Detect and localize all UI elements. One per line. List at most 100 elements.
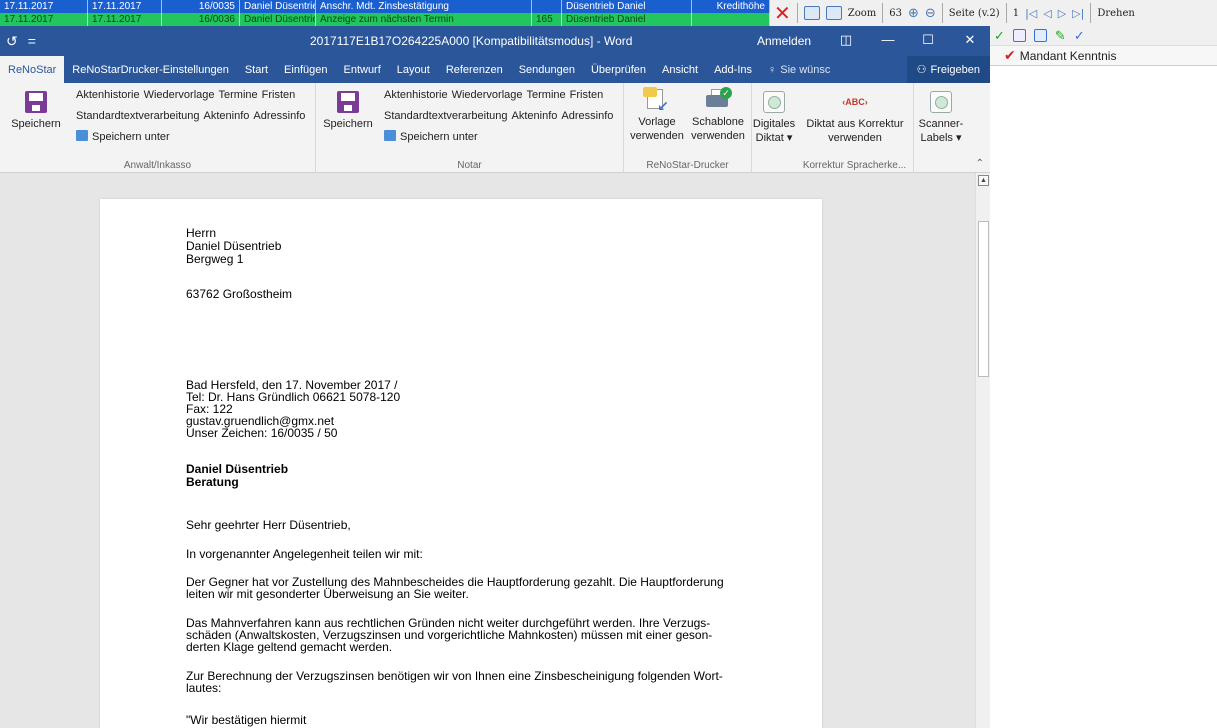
first-page-icon[interactable]: |◁ xyxy=(1025,7,1037,20)
save-as-icon xyxy=(384,130,396,141)
host-cell: Düsentrieb Daniel xyxy=(562,13,692,26)
schablone-verwenden-button[interactable]: ✓ Schablone verwenden xyxy=(686,87,750,143)
host-right-panel: ✓ ✎ ✓ ✔ Mandant Kenntnis xyxy=(990,26,1217,728)
check-icon: ✔ xyxy=(1004,47,1016,63)
diktat-korrektur-button[interactable]: ‹ABC› Diktat aus Korrektur verwenden xyxy=(798,91,912,145)
save-button[interactable]: Speichern xyxy=(6,91,66,131)
maximize-icon[interactable]: ☐ xyxy=(918,32,938,48)
wiedervorlage-button[interactable]: Wiedervorlage xyxy=(452,89,523,101)
adressinfo-button[interactable]: Adressinfo xyxy=(561,110,613,122)
tab-referenzen[interactable]: Referenzen xyxy=(438,56,511,83)
lightbulb-icon: ♀ xyxy=(768,63,777,76)
tab-ueberpruefen[interactable]: Überprüfen xyxy=(583,56,654,83)
save-icon[interactable] xyxy=(825,6,842,20)
tab-add-ins[interactable]: Add-Ins xyxy=(706,56,760,83)
group-notar: Speichern Aktenhistorie Wiedervorlage Term… xyxy=(316,83,624,173)
window-title: 2017117E1B17O264225A000 [Kompatibilitäts… xyxy=(310,34,633,48)
host-row[interactable]: 17.11.2017 17.11.2017 16/0036 Daniel Düs… xyxy=(0,13,770,26)
screen: 17.11.2017 17.11.2017 16/0035 Daniel Düs… xyxy=(0,0,1217,728)
tell-me-search[interactable]: ♀ Sie wünsc xyxy=(760,56,838,83)
digitales-diktat-button[interactable]: Digitales Diktat ▾ xyxy=(752,91,796,145)
sign-in-link[interactable]: Anmelden xyxy=(757,34,811,48)
checkbox-icon[interactable] xyxy=(1012,29,1026,42)
save-icon[interactable] xyxy=(1033,29,1047,42)
standardtext-button[interactable]: Standardtextverarbeitung xyxy=(384,110,508,122)
tab-einfuegen[interactable]: Einfügen xyxy=(276,56,335,83)
paragraph: In vorgenannter Angelegenheit teilen wir… xyxy=(186,547,423,561)
page-number: 1 xyxy=(1012,7,1020,19)
link-row: Standardtextverarbeitung Akteninfo Adressi… xyxy=(76,110,309,122)
separator xyxy=(1090,3,1092,23)
save-as-button[interactable]: Speichern unter xyxy=(76,130,174,143)
host-toolbar: ✕ Zoom 63 ⊕ ⊖ Seite (v.2) 1 |◁ ◁ ▷ ▷| Dr… xyxy=(770,0,1135,26)
digital-label-2: Diktat ▾ xyxy=(755,132,793,144)
collapse-ribbon-icon[interactable]: ⌃ xyxy=(976,158,984,169)
standardtext-button[interactable]: Standardtextverarbeitung xyxy=(76,110,200,122)
group-renostar-drucker: ↙ Vorlage verwenden ✓ Schablone verwende… xyxy=(624,83,752,173)
close-icon[interactable]: ✕ xyxy=(774,3,791,23)
zoom-in-icon[interactable]: ⊕ xyxy=(908,6,919,21)
zoom-label[interactable]: Zoom xyxy=(848,8,876,19)
host-cell: 16/0036 xyxy=(162,13,240,26)
tab-renostar[interactable]: ReNoStar xyxy=(0,56,65,83)
host-cell: 17.11.2017 xyxy=(88,0,162,13)
save-button[interactable]: Speichern xyxy=(320,91,376,131)
aktenhistorie-button[interactable]: Aktenhistorie xyxy=(384,89,448,101)
fristen-button[interactable]: Fristen xyxy=(262,89,296,101)
adressinfo-button[interactable]: Adressinfo xyxy=(253,110,305,122)
group-label: Korrektur Spracherke... xyxy=(802,160,907,171)
fristen-button[interactable]: Fristen xyxy=(570,89,604,101)
next-page-icon[interactable]: ▷ xyxy=(1058,7,1066,20)
vertical-scrollbar[interactable]: ▲ xyxy=(975,173,990,728)
ribbon-tabs: ReNoStar ReNoStarDrucker-Einstellungen S… xyxy=(0,56,990,83)
tab-entwurf[interactable]: Entwurf xyxy=(335,56,388,83)
wiedervorlage-button[interactable]: Wiedervorlage xyxy=(144,89,215,101)
list-item[interactable]: ✔ Mandant Kenntnis xyxy=(990,46,1217,66)
undo-icon[interactable]: ↺ xyxy=(6,33,18,50)
akteninfo-button[interactable]: Akteninfo xyxy=(512,110,558,122)
tab-renostar-drucker[interactable]: ReNoStarDrucker-Einstellungen xyxy=(64,56,237,83)
separator xyxy=(796,3,798,23)
prev-page-icon[interactable]: ◁ xyxy=(1043,7,1051,20)
check-icon[interactable]: ✓ xyxy=(1074,28,1085,44)
host-cell: 17.11.2017 xyxy=(88,13,162,26)
check-icon[interactable]: ✓ xyxy=(994,28,1005,44)
zoom-out-icon[interactable]: ⊖ xyxy=(925,6,936,21)
akteninfo-button[interactable]: Akteninfo xyxy=(204,110,250,122)
save-as-button[interactable]: Speichern unter xyxy=(384,130,482,143)
scroll-thumb[interactable] xyxy=(978,221,989,377)
last-page-icon[interactable]: ▷| xyxy=(1072,7,1084,20)
share-button[interactable]: ⚇ Freigeben xyxy=(906,56,990,83)
termine-button[interactable]: Termine xyxy=(219,89,258,101)
customize-qat-icon[interactable]: = xyxy=(28,33,36,49)
korrektur-label-2: verwenden xyxy=(828,132,882,144)
scroll-up-icon[interactable]: ▲ xyxy=(978,175,989,186)
aktenhistorie-button[interactable]: Aktenhistorie xyxy=(76,89,140,101)
print-icon[interactable] xyxy=(803,6,820,20)
minimize-icon[interactable]: — xyxy=(878,32,898,47)
tab-layout[interactable]: Layout xyxy=(389,56,438,83)
vorlage-verwenden-button[interactable]: ↙ Vorlage verwenden xyxy=(626,87,688,143)
document-page[interactable]: Herrn Daniel Düsentrieb Bergweg 1 63762 … xyxy=(100,199,822,728)
meta-line: Unser Zeichen: 16/0035 / 50 xyxy=(186,426,338,440)
printer-icon: ✓ xyxy=(704,87,732,113)
rotate-button[interactable]: Drehen xyxy=(1097,8,1135,19)
host-cell: Anschr. Mdt. Zinsbestätigung xyxy=(316,0,532,13)
group-korrektur: ‹ABC› Diktat aus Korrektur verwenden Kor… xyxy=(796,83,914,173)
save-as-icon xyxy=(76,130,88,141)
host-app-strip: 17.11.2017 17.11.2017 16/0035 Daniel Düs… xyxy=(0,0,1217,26)
tab-sendungen[interactable]: Sendungen xyxy=(511,56,583,83)
termine-button[interactable]: Termine xyxy=(527,89,566,101)
tell-me-label: Sie wünsc xyxy=(780,63,831,76)
edit-icon[interactable]: ✎ xyxy=(1055,28,1066,44)
host-row-selected[interactable]: 17.11.2017 17.11.2017 16/0035 Daniel Düs… xyxy=(0,0,770,13)
tab-start[interactable]: Start xyxy=(237,56,276,83)
close-icon[interactable]: ✕ xyxy=(960,32,980,48)
scanner-labels-button[interactable]: Scanner- Labels ▾ xyxy=(916,91,966,145)
paragraph-line: leiten wir mit gesonderter Überweisung a… xyxy=(186,587,469,601)
document-area[interactable]: Herrn Daniel Düsentrieb Bergweg 1 63762 … xyxy=(0,173,975,728)
host-cell: Anzeige zum nächsten Termin xyxy=(316,13,532,26)
tab-ansicht[interactable]: Ansicht xyxy=(654,56,706,83)
separator xyxy=(1005,3,1007,23)
ribbon-display-icon[interactable]: ◫ xyxy=(836,32,856,48)
